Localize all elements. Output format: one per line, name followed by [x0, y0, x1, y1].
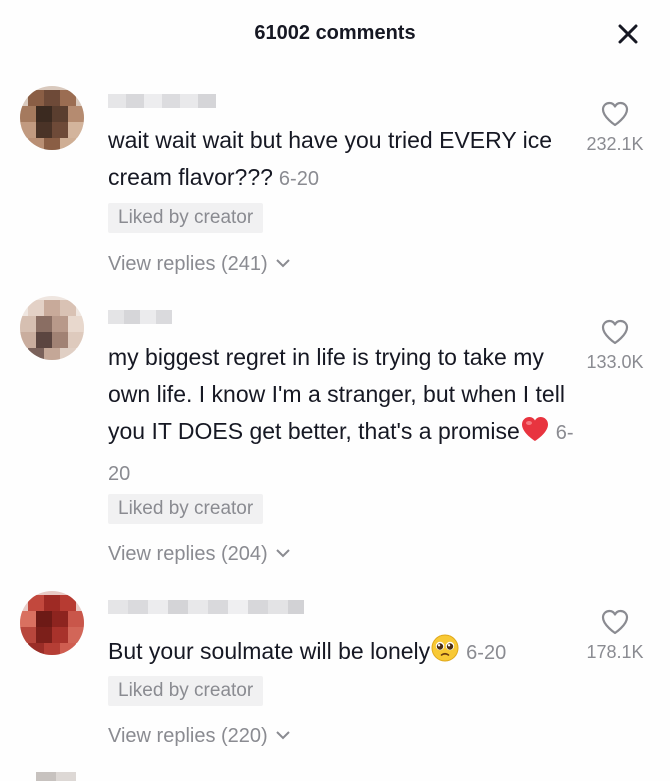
pixelated-avatar-image [20, 296, 84, 360]
like-count: 232.1K [586, 134, 644, 154]
liked-by-creator-badge: Liked by creator [108, 203, 264, 233]
comment-text: my biggest regret in life is trying to t… [108, 339, 578, 493]
chevron-down-icon [276, 731, 290, 740]
heart-outline-icon[interactable] [600, 318, 630, 346]
next-comment-avatar-peek [36, 770, 76, 781]
username-blurred[interactable] [108, 90, 218, 112]
comments-header: 61002 comments [0, 0, 670, 70]
comments-panel: 61002 comments wait wait wait but have y… [0, 0, 670, 781]
red-heart-emoji [520, 415, 550, 454]
pixelated-avatar-image [20, 86, 84, 150]
like-control: 133.0K [570, 318, 660, 373]
chevron-down-icon [276, 259, 290, 268]
like-count: 133.0K [586, 352, 644, 372]
avatar[interactable] [20, 296, 84, 360]
username-blurred[interactable] [108, 596, 304, 618]
pixelated-username-image [108, 310, 172, 324]
comment-date: 6-20 [278, 168, 319, 190]
pleading-face-emoji [430, 633, 460, 674]
close-icon [618, 24, 638, 44]
comment-body: wait wait wait but have you tried EVERY … [108, 127, 553, 190]
view-replies-label: View replies (204) [108, 543, 268, 565]
pixelated-username-image [108, 94, 216, 108]
heart-outline-icon[interactable] [600, 608, 630, 636]
heart-outline-icon[interactable] [600, 100, 630, 128]
close-button[interactable] [614, 20, 642, 48]
liked-by-creator-badge: Liked by creator [108, 676, 264, 706]
comments-count-title: 61002 comments [254, 22, 416, 44]
view-replies-label: View replies (220) [108, 725, 268, 747]
avatar[interactable] [20, 591, 84, 655]
liked-by-creator-badge: Liked by creator [108, 494, 264, 524]
comment-text: But your soulmate will be lonely 6-20 [108, 633, 578, 674]
view-replies-button[interactable]: View replies (220) [108, 725, 291, 748]
username-blurred[interactable] [108, 306, 172, 328]
avatar[interactable] [20, 86, 84, 150]
chevron-down-icon [276, 549, 290, 558]
view-replies-label: View replies (241) [108, 253, 268, 275]
comment-body: But your soulmate will be lonely [108, 638, 431, 664]
comment-body: my biggest regret in life is trying to t… [108, 344, 565, 444]
pixelated-avatar-image [20, 591, 84, 655]
like-control: 232.1K [570, 100, 660, 155]
comment-text: wait wait wait but have you tried EVERY … [108, 122, 578, 198]
comment-date: 6-20 [466, 642, 507, 664]
pixelated-username-image [108, 600, 304, 614]
view-replies-button[interactable]: View replies (204) [108, 543, 291, 566]
like-control: 178.1K [570, 608, 660, 663]
like-count: 178.1K [586, 642, 644, 662]
view-replies-button[interactable]: View replies (241) [108, 253, 291, 276]
